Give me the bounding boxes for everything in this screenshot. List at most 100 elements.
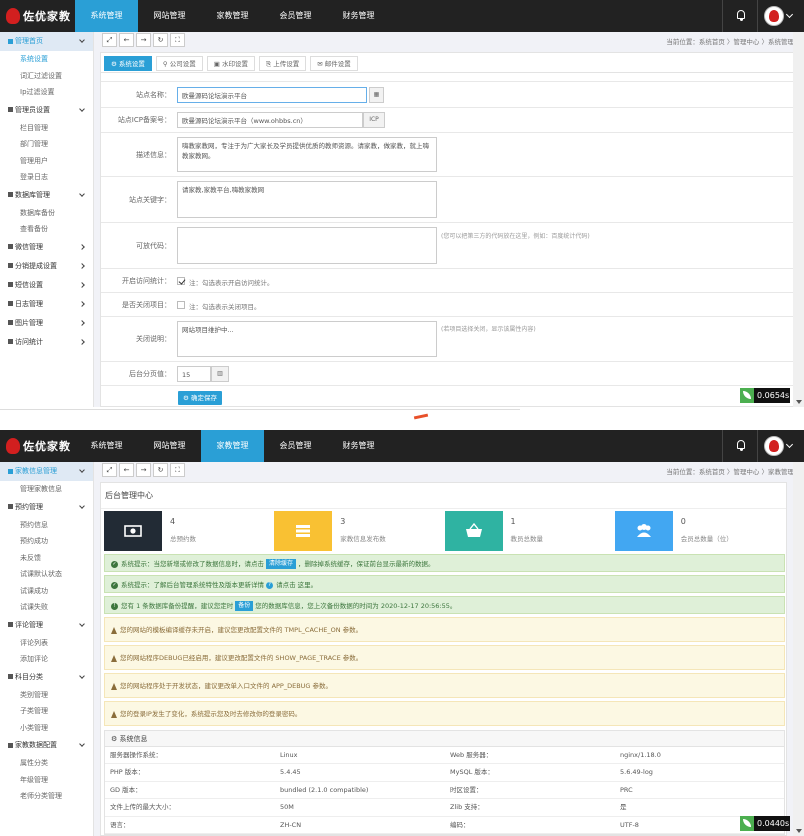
version-info-link[interactable]: 请点击 这里。	[276, 581, 317, 589]
stat-tutors[interactable]: 1 教员总数量	[444, 511, 615, 551]
chevron-down-icon[interactable]	[785, 440, 794, 449]
code-textarea[interactable]	[177, 227, 437, 264]
nav-finance[interactable]: 财务管理	[327, 430, 390, 462]
fullscreen-icon[interactable]: ⛶	[170, 463, 185, 477]
sidebar-item-view-backup[interactable]: 查看备份	[0, 221, 93, 238]
nav-member[interactable]: 会员管理	[264, 0, 327, 32]
nav-tutor[interactable]: 家教管理	[201, 0, 264, 32]
sidebar-item-attributes[interactable]: 属性分类	[0, 755, 93, 772]
nav-website[interactable]: 网站管理	[138, 0, 201, 32]
close-message-label: 关闭说明：	[136, 335, 171, 343]
sidebar-group-data-config[interactable]: 家教数据配置	[0, 736, 93, 755]
nav-member[interactable]: 会员管理	[264, 430, 327, 462]
refresh-icon[interactable]: ↻	[153, 463, 168, 477]
refresh-icon[interactable]: ↻	[153, 33, 168, 47]
sidebar-item-word-filter[interactable]: 词汇过滤设置	[0, 68, 93, 85]
tab-watermark-settings[interactable]: ▣ 水印设置	[206, 56, 255, 71]
icp-input[interactable]: 欧曼源码论坛演示平台（www.ohbbs.cn）	[177, 112, 363, 128]
sidebar-item-trial-default[interactable]: 试课默认状态	[0, 566, 93, 583]
description-textarea[interactable]: 嗨教家教网，专注于为广大家长及学员提供优质的教师资源。请家教，做家教，就上嗨教家…	[177, 137, 437, 172]
tab-mail-settings[interactable]: ✉ 邮件设置	[310, 56, 358, 71]
back-icon[interactable]: ←	[119, 463, 134, 477]
sidebar-group-subjects[interactable]: 科目分类	[0, 668, 93, 687]
sidebar-item-trial-success[interactable]: 试课成功	[0, 583, 93, 600]
nav-tutor[interactable]: 家教管理	[201, 430, 264, 462]
stat-bookings[interactable]: 4 总预约数	[104, 511, 275, 551]
load-time-badge: 0.0440s	[740, 816, 790, 831]
sidebar-item-subcategory[interactable]: 子类管理	[0, 703, 93, 720]
sidebar-item-comment-list[interactable]: 评论列表	[0, 635, 93, 652]
fullscreen-icon[interactable]: ⛶	[170, 33, 185, 47]
site-name-input[interactable]: 欧曼源码论坛演示平台	[177, 87, 367, 103]
sidebar-group-admin[interactable]: 管理员设置	[0, 101, 93, 120]
nav-finance[interactable]: 财务管理	[327, 0, 390, 32]
close-message-textarea[interactable]: 网站项目维护中...	[177, 321, 437, 357]
clear-cache-button[interactable]: 清除缓存	[266, 559, 297, 569]
nav-system[interactable]: 系统管理	[75, 0, 138, 32]
row-icp: 站点ICP备案号： 欧曼源码论坛演示平台（www.ohbbs.cn） ICP	[101, 107, 798, 132]
save-button[interactable]: ⚙ 确定保存	[178, 391, 222, 405]
page-size-input[interactable]: 15	[177, 366, 211, 382]
stats-checkbox[interactable]	[177, 277, 185, 285]
sidebar-item-no-feedback[interactable]: 未反馈	[0, 550, 93, 567]
sidebar-item-db-backup[interactable]: 数据库备份	[0, 205, 93, 222]
chevron-icon	[79, 281, 85, 288]
screen-divider	[0, 407, 804, 430]
expand-icon[interactable]: ⤢	[102, 463, 117, 477]
sidebar-item-minor-category[interactable]: 小类管理	[0, 720, 93, 737]
row-close: 是否关闭项目： 注：勾选表示关闭项目。	[101, 292, 798, 316]
sidebar-group-stats[interactable]: 访问统计	[0, 333, 93, 352]
row-keywords: 站点关键字： 请家教,家教平台,嗨教家教网	[101, 176, 798, 222]
sidebar-group-tutor-info[interactable]: 家教信息管理	[0, 462, 93, 481]
tab-system-settings[interactable]: ⚙ 系统设置	[104, 56, 152, 71]
sidebar: 管理首页 系统设置 词汇过滤设置 Ip过滤设置 管理员设置 栏目管理 部门管理 …	[0, 32, 94, 407]
backup-button[interactable]: 备份	[235, 601, 254, 611]
sidebar-item-departments[interactable]: 部门管理	[0, 136, 93, 153]
sidebar-item-columns[interactable]: 栏目管理	[0, 120, 93, 137]
sidebar-group-database[interactable]: 数据库管理	[0, 186, 93, 205]
sidebar-group-commission[interactable]: 分销提成设置	[0, 257, 93, 276]
expand-icon[interactable]: ⤢	[102, 33, 117, 47]
sidebar-group-booking[interactable]: 预约管理	[0, 498, 93, 517]
chevron-down-icon[interactable]	[785, 10, 794, 19]
nav-website[interactable]: 网站管理	[138, 430, 201, 462]
back-icon[interactable]: ←	[119, 33, 134, 47]
scrollbar[interactable]	[793, 32, 804, 407]
stat-members[interactable]: 0 会员总数量（位）	[614, 511, 785, 551]
sidebar-item-system-settings[interactable]: 系统设置	[0, 51, 93, 68]
sidebar-item-teacher-category[interactable]: 老师分类管理	[0, 788, 93, 805]
scrollbar[interactable]	[793, 462, 804, 836]
grid-icon[interactable]: ▦	[369, 87, 384, 103]
sidebar-item-booking-success[interactable]: 预约成功	[0, 533, 93, 550]
user-avatar[interactable]	[764, 436, 784, 456]
sidebar-group-wechat[interactable]: 微信管理	[0, 238, 93, 257]
notification-button[interactable]	[722, 0, 758, 32]
forward-icon[interactable]: →	[136, 463, 151, 477]
sidebar-group-logs[interactable]: 日志管理	[0, 295, 93, 314]
sidebar-group-comments[interactable]: 评论管理	[0, 616, 93, 635]
tab-upload-settings[interactable]: ⎘ 上传设置	[258, 56, 307, 71]
sidebar-item-booking-info[interactable]: 预约信息	[0, 517, 93, 534]
sidebar-item-admin-users[interactable]: 管理用户	[0, 153, 93, 170]
notification-button[interactable]	[722, 430, 758, 462]
user-avatar[interactable]	[764, 6, 784, 26]
stat-tutor-posts[interactable]: 3 家教信息发布数	[274, 511, 445, 551]
sidebar-item-category[interactable]: 类别管理	[0, 687, 93, 704]
tab-company-settings[interactable]: ⚲ 公司设置	[155, 56, 203, 71]
sidebar-item-ip-filter[interactable]: Ip过滤设置	[0, 84, 93, 101]
sidebar-item-trial-failed[interactable]: 试课失败	[0, 599, 93, 616]
sidebar-item-add-comment[interactable]: 添加评论	[0, 651, 93, 668]
sidebar-group-sms[interactable]: 短信设置	[0, 276, 93, 295]
keywords-textarea[interactable]: 请家教,家教平台,嗨教家教网	[177, 181, 437, 218]
share-icon	[8, 263, 13, 268]
user-icon	[8, 107, 13, 112]
forward-icon[interactable]: →	[136, 33, 151, 47]
sidebar-item-login-log[interactable]: 登录日志	[0, 169, 93, 186]
sidebar-item-grades[interactable]: 年级管理	[0, 772, 93, 789]
chevron-icon	[79, 319, 85, 326]
nav-system[interactable]: 系统管理	[75, 430, 138, 462]
close-checkbox[interactable]	[177, 301, 185, 309]
sidebar-group-home[interactable]: 管理首页	[0, 32, 93, 51]
sidebar-item-manage-tutor-info[interactable]: 管理家教信息	[0, 481, 93, 498]
sidebar-group-images[interactable]: 图片管理	[0, 314, 93, 333]
